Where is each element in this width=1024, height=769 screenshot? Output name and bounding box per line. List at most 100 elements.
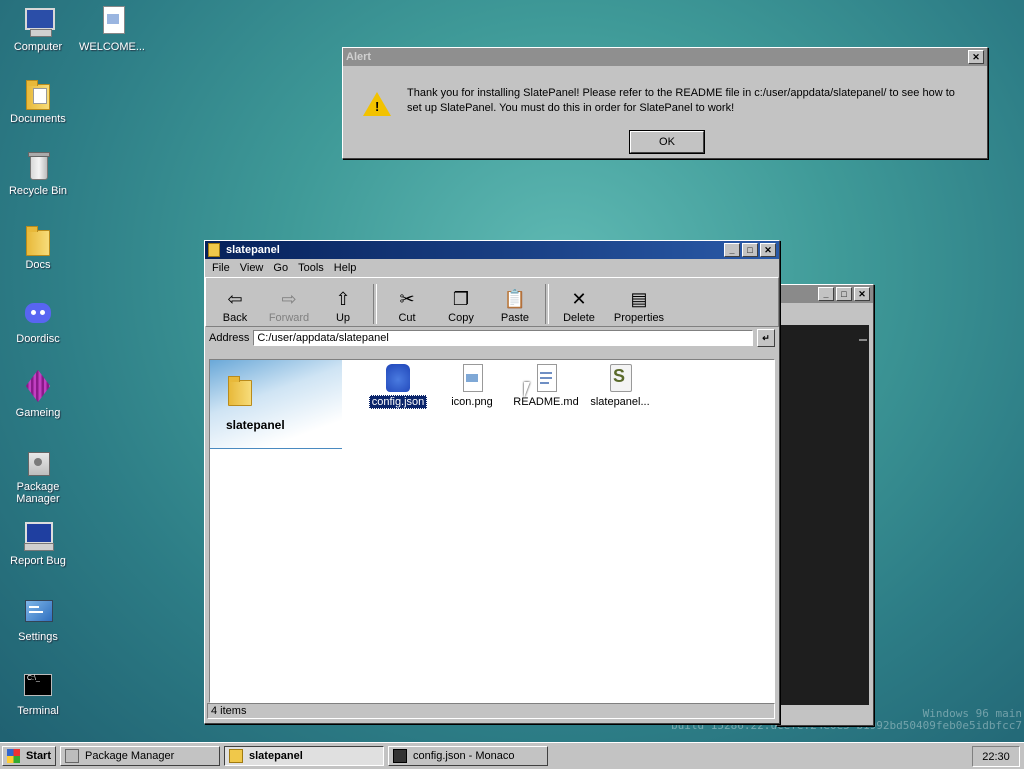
arrow-right-icon: ⇨ — [281, 289, 297, 309]
desktop-icon-label: Gameing — [15, 407, 61, 419]
task-label: slatepanel — [249, 750, 303, 762]
file-name: config.json — [368, 395, 428, 409]
desktop-icon-doordisc[interactable]: Doordisc — [0, 298, 76, 345]
explorer-window[interactable]: slatepanel _ □ ✕ File View Go Tools Help… — [204, 240, 780, 724]
monaco-window[interactable]: _ □ ✕ — [776, 284, 874, 726]
properties-label: Properties — [613, 312, 665, 324]
properties-button[interactable]: ▤ Properties — [606, 286, 672, 326]
minimize-button[interactable]: _ — [724, 243, 740, 257]
json-file-icon — [382, 362, 414, 394]
task-monaco[interactable]: config.json - Monaco — [388, 746, 548, 766]
delete-x-icon: ✕ — [571, 289, 587, 309]
close-button[interactable]: ✕ — [854, 287, 870, 301]
folder-sidebar: slatepanel — [210, 360, 342, 449]
menu-help[interactable]: Help — [329, 262, 362, 274]
cut-label: Cut — [398, 312, 416, 324]
properties-icon: ▤ — [630, 289, 648, 309]
minimize-button[interactable]: _ — [818, 287, 834, 301]
file-name: icon.png — [451, 396, 493, 408]
desktop-icon-gameing[interactable]: Gameing — [0, 369, 76, 419]
file-view[interactable]: slatepanel config.json icon.png README.m… — [209, 359, 775, 703]
desktop-icon-label: Computer — [13, 41, 63, 53]
address-input[interactable] — [253, 330, 753, 346]
maximize-button[interactable]: □ — [742, 243, 758, 257]
explorer-titlebar[interactable]: slatepanel _ □ ✕ — [205, 241, 779, 259]
arrow-left-icon: ⇦ — [227, 289, 243, 309]
desktop-icon-label: Report Bug — [10, 555, 66, 567]
desktop-icon-settings[interactable]: Settings — [0, 596, 76, 643]
desktop-icon-label: Package Manager — [16, 481, 60, 505]
cube-icon — [22, 369, 54, 404]
desktop-icon-computer[interactable]: Computer — [0, 6, 76, 53]
clock[interactable]: 22:30 — [982, 751, 1010, 763]
go-arrow-icon[interactable]: ↵ — [757, 329, 775, 347]
desktop-icon-terminal[interactable]: C:\_ Terminal — [0, 670, 76, 717]
close-button[interactable]: ✕ — [968, 50, 984, 64]
file-item-slatepanel[interactable]: S slatepanel... — [582, 362, 658, 408]
monaco-editor-strip — [781, 307, 869, 325]
alert-dialog[interactable]: Alert ✕ ! Thank you for installing Slate… — [342, 47, 988, 159]
desktop-icon-docs[interactable]: Docs — [0, 224, 76, 271]
discord-icon — [22, 298, 54, 330]
copy-label: Copy — [448, 312, 474, 324]
desktop-icon-label: Settings — [18, 631, 58, 643]
file-item-config-json[interactable]: config.json — [360, 362, 436, 409]
menu-tools[interactable]: Tools — [293, 262, 329, 274]
desktop-icon-label: Recycle Bin — [8, 185, 68, 197]
monaco-titlebar[interactable]: _ □ ✕ — [777, 285, 873, 303]
menu-bar: File View Go Tools Help — [205, 259, 779, 277]
copy-button[interactable]: ❐ Copy — [434, 286, 488, 326]
back-button[interactable]: ⇦ Back — [208, 286, 262, 326]
monaco-editor-area[interactable] — [781, 325, 869, 705]
start-button[interactable]: Start — [2, 746, 56, 766]
status-bar: 4 items — [207, 703, 775, 719]
close-button[interactable]: ✕ — [760, 243, 776, 257]
desktop-icon-report-bug[interactable]: Report Bug — [0, 520, 76, 567]
menu-go[interactable]: Go — [268, 262, 293, 274]
desktop-icon-welcome[interactable]: WELCOME... — [74, 6, 150, 53]
desktop-icon-package-manager[interactable]: Package Manager — [0, 446, 76, 505]
sidebar-folder-icon — [228, 376, 252, 406]
desktop-icon-label: Terminal — [17, 705, 59, 717]
computer-icon — [22, 6, 55, 38]
desktop-icon-recycle-bin[interactable]: Recycle Bin — [0, 150, 76, 197]
folder-icon — [229, 749, 243, 763]
task-package-manager[interactable]: Package Manager — [60, 746, 220, 766]
windows-logo-icon — [7, 749, 20, 763]
back-label: Back — [222, 312, 248, 324]
start-label: Start — [25, 750, 51, 762]
desktop-icon-label: Doordisc — [16, 333, 60, 345]
editor-icon — [393, 749, 407, 763]
delete-label: Delete — [563, 312, 595, 324]
documents-folder-icon — [22, 78, 54, 110]
ok-button[interactable]: OK — [630, 131, 704, 153]
folder-icon — [208, 243, 220, 257]
paste-label: Paste — [500, 312, 530, 324]
status-text: 4 items — [211, 705, 247, 717]
settings-icon — [22, 596, 54, 628]
package-icon — [65, 749, 79, 763]
image-file-icon — [456, 362, 488, 394]
desktop: Computer WELCOME... Documents Recycle Bi… — [0, 0, 1024, 742]
up-label: Up — [335, 312, 351, 324]
file-item-readme-md[interactable]: README.md — [508, 362, 584, 408]
file-item-icon-png[interactable]: icon.png — [434, 362, 510, 408]
recycle-bin-icon — [22, 150, 54, 182]
clipboard-icon: 📋 — [503, 289, 527, 309]
maximize-button[interactable]: □ — [836, 287, 852, 301]
forward-button[interactable]: ⇨ Forward — [262, 286, 316, 326]
delete-button[interactable]: ✕ Delete — [552, 286, 606, 326]
cut-button[interactable]: ✂ Cut — [380, 286, 434, 326]
up-button[interactable]: ⇧ Up — [316, 286, 370, 326]
alert-titlebar[interactable]: Alert ✕ — [343, 48, 987, 66]
paste-button[interactable]: 📋 Paste — [488, 286, 542, 326]
desktop-icon-label: Docs — [25, 259, 51, 271]
scrollbar-marker — [859, 339, 867, 341]
menu-view[interactable]: View — [235, 262, 269, 274]
menu-file[interactable]: File — [207, 262, 235, 274]
script-file-icon: S — [604, 362, 636, 394]
desktop-icon-documents[interactable]: Documents — [0, 78, 76, 125]
task-slatepanel[interactable]: slatepanel — [224, 746, 384, 766]
alert-message: Thank you for installing SlatePanel! Ple… — [407, 87, 955, 114]
address-bar: Address ↵ — [205, 327, 779, 349]
